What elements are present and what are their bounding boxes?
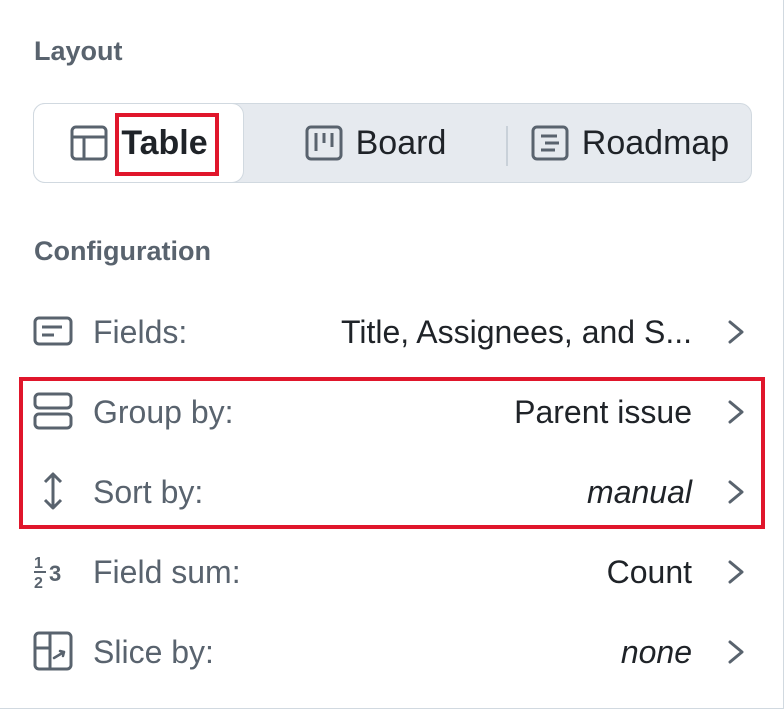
layout-option-board[interactable]: Board xyxy=(244,104,506,182)
layout-option-roadmap-label: Roadmap xyxy=(581,123,730,162)
config-row-slice-by[interactable]: Slice by: none xyxy=(0,610,784,690)
chevron-right-icon xyxy=(728,560,744,584)
config-row-value: none xyxy=(620,634,692,670)
svg-text:3: 3 xyxy=(49,561,61,586)
chevron-right-icon xyxy=(728,320,744,344)
svg-text:2: 2 xyxy=(34,575,43,592)
board-icon xyxy=(305,125,343,161)
config-row-value: Count xyxy=(606,554,692,590)
config-row-label: Field sum: xyxy=(93,554,241,590)
config-row-fields[interactable]: Fields: Title, Assignees, and S... xyxy=(0,290,784,370)
config-row-sort-by[interactable]: Sort by: manual xyxy=(0,450,784,530)
config-row-value: Parent issue xyxy=(514,394,692,430)
chevron-right-icon xyxy=(728,640,744,664)
config-row-label: Group by: xyxy=(93,394,234,430)
layout-segmented-control: Table Board Roadmap xyxy=(33,103,752,183)
config-row-group-by[interactable]: Group by: Parent issue xyxy=(0,370,784,450)
layout-option-table[interactable]: Table xyxy=(33,103,244,183)
config-row-label: Sort by: xyxy=(93,474,204,510)
fields-icon xyxy=(33,316,73,346)
config-row-value: manual xyxy=(587,474,692,510)
chevron-right-icon xyxy=(728,400,744,424)
config-row-label: Slice by: xyxy=(93,634,214,670)
config-row-label: Fields: xyxy=(93,314,188,350)
group-icon xyxy=(33,392,73,430)
layout-option-roadmap[interactable]: Roadmap xyxy=(508,104,751,182)
config-row-value: Title, Assignees, and S... xyxy=(341,314,692,350)
chevron-right-icon xyxy=(728,480,744,504)
field-sum-icon: 1 2 3 xyxy=(34,555,61,592)
slice-icon xyxy=(33,631,73,671)
config-row-field-sum[interactable]: 1 2 3 Field sum: Count xyxy=(0,530,784,610)
view-options-panel: Layout Table Board Roadmap Configuration… xyxy=(0,0,784,709)
layout-option-table-label: Table xyxy=(121,123,208,162)
roadmap-icon xyxy=(531,125,569,161)
layout-option-board-label: Board xyxy=(355,123,447,162)
svg-text:1: 1 xyxy=(34,555,43,572)
sort-icon xyxy=(43,472,63,510)
table-icon xyxy=(70,125,108,161)
layout-section-title: Layout xyxy=(34,36,123,66)
configuration-section-title: Configuration xyxy=(34,236,211,266)
